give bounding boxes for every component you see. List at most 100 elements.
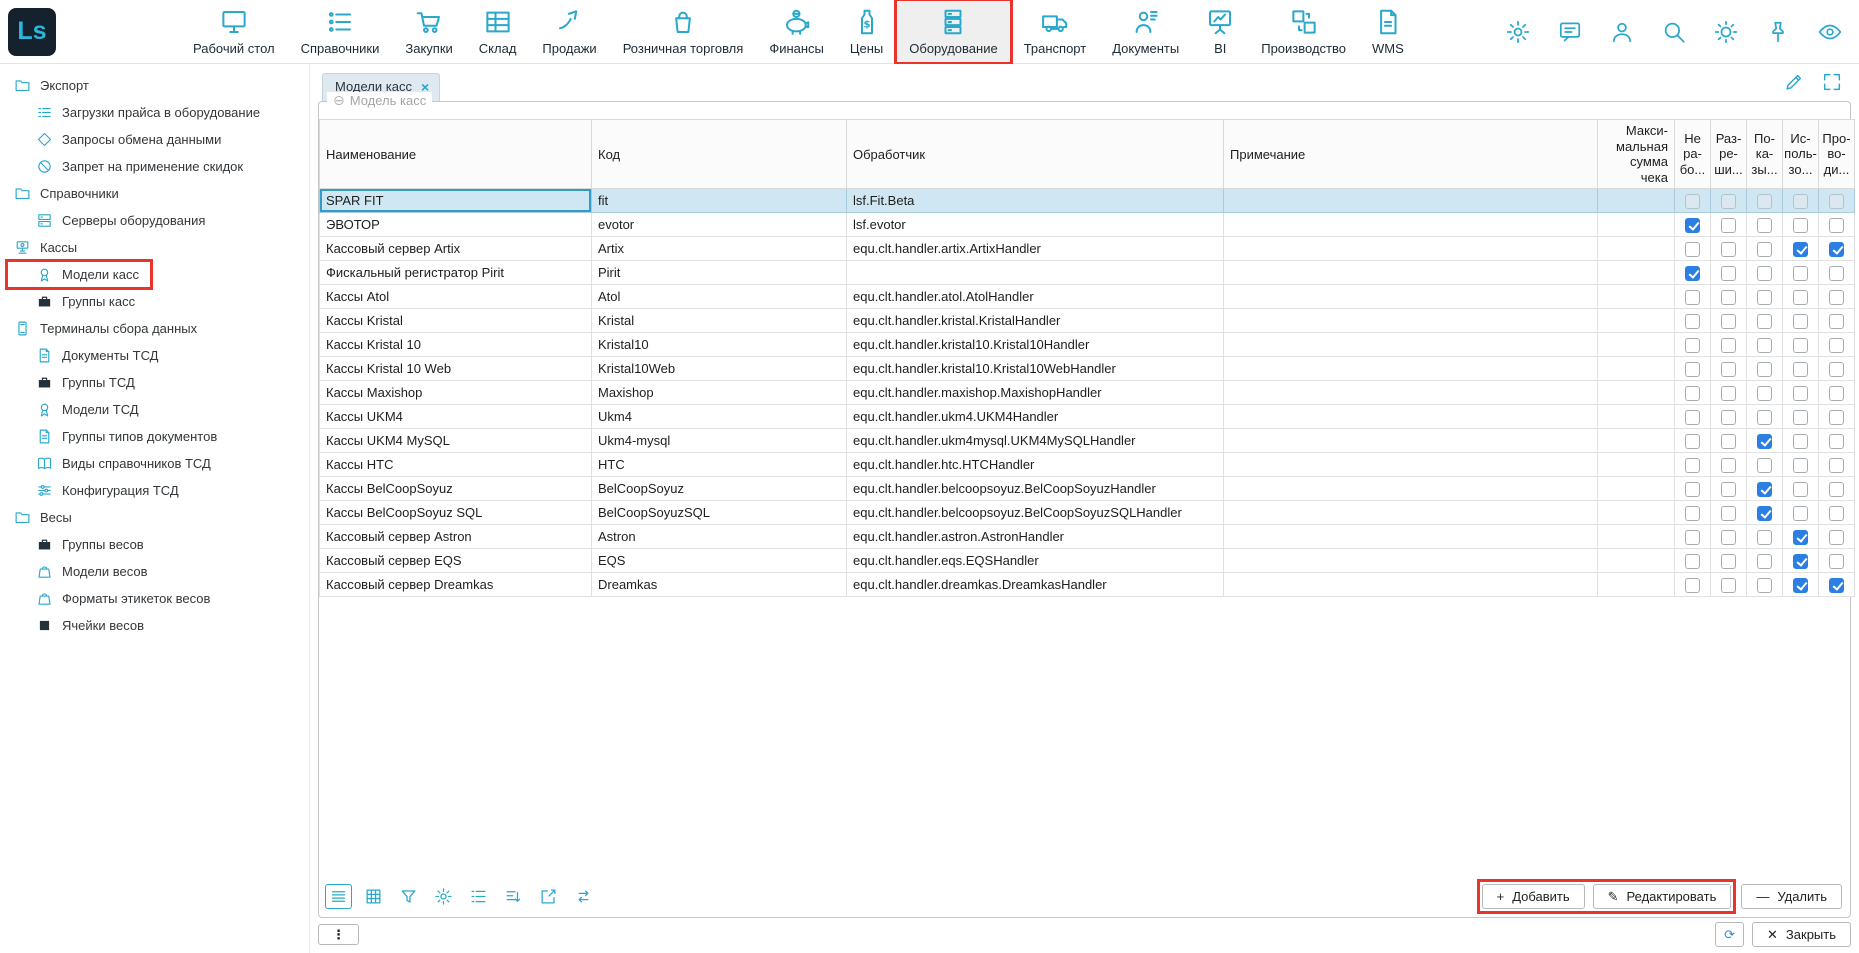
checkbox[interactable] bbox=[1793, 434, 1808, 449]
checkbox[interactable] bbox=[1757, 482, 1772, 497]
table-row[interactable]: Кассы Kristal 10 WebKristal10Webequ.clt.… bbox=[320, 357, 1855, 381]
checkbox[interactable] bbox=[1721, 434, 1736, 449]
table-row[interactable]: Кассовый сервер DreamkasDreamkasequ.clt.… bbox=[320, 573, 1855, 597]
column-header-code[interactable]: Код bbox=[592, 120, 847, 189]
table-row[interactable]: Кассы Kristal 10Kristal10equ.clt.handler… bbox=[320, 333, 1855, 357]
checkbox[interactable] bbox=[1685, 482, 1700, 497]
checkbox[interactable] bbox=[1829, 578, 1844, 593]
checkbox[interactable] bbox=[1793, 386, 1808, 401]
checkbox[interactable] bbox=[1685, 338, 1700, 353]
checkbox[interactable] bbox=[1721, 290, 1736, 305]
checkbox[interactable] bbox=[1721, 362, 1736, 377]
checkbox[interactable] bbox=[1793, 242, 1808, 257]
edit-button[interactable]: ✎Редактировать bbox=[1593, 884, 1732, 909]
sidebar-item-14[interactable]: Виды справочников ТСД bbox=[0, 450, 309, 477]
checkbox[interactable] bbox=[1793, 290, 1808, 305]
checkbox[interactable] bbox=[1757, 530, 1772, 545]
checkbox[interactable] bbox=[1721, 530, 1736, 545]
table-row[interactable]: Кассовый сервер EQSEQSequ.clt.handler.eq… bbox=[320, 549, 1855, 573]
checkbox[interactable] bbox=[1829, 314, 1844, 329]
checkbox[interactable] bbox=[1721, 506, 1736, 521]
visibility-button[interactable] bbox=[1817, 19, 1843, 45]
checkbox[interactable] bbox=[1685, 506, 1700, 521]
column-header-name[interactable]: Наименование bbox=[320, 120, 592, 189]
search-button[interactable] bbox=[1661, 19, 1687, 45]
checkbox[interactable] bbox=[1685, 218, 1700, 233]
checkbox[interactable] bbox=[1721, 410, 1736, 425]
checkbox[interactable] bbox=[1793, 578, 1808, 593]
checkbox[interactable] bbox=[1829, 338, 1844, 353]
sidebar-item-17[interactable]: Группы весов bbox=[0, 531, 309, 558]
checkbox[interactable] bbox=[1829, 362, 1844, 377]
checkbox[interactable] bbox=[1793, 554, 1808, 569]
checkbox[interactable] bbox=[1793, 194, 1808, 209]
column-header-c4[interactable]: Ис- поль- зо... bbox=[1783, 120, 1819, 189]
module-tab-warehouse[interactable]: Склад bbox=[466, 0, 530, 63]
module-tab-equipment[interactable]: Оборудование bbox=[896, 0, 1010, 63]
numbered-list-button[interactable] bbox=[465, 884, 492, 909]
panel-legend[interactable]: ⊖ Модель касс bbox=[327, 92, 432, 109]
checkbox[interactable] bbox=[1829, 506, 1844, 521]
checkbox[interactable] bbox=[1721, 578, 1736, 593]
module-tab-purchases[interactable]: Закупки bbox=[392, 0, 465, 63]
module-tab-finance[interactable]: Финансы bbox=[756, 0, 837, 63]
column-header-handler[interactable]: Обработчик bbox=[847, 120, 1224, 189]
checkbox[interactable] bbox=[1829, 194, 1844, 209]
checkbox[interactable] bbox=[1721, 482, 1736, 497]
user-button[interactable] bbox=[1609, 19, 1635, 45]
sidebar-item-0[interactable]: Экспорт bbox=[0, 72, 309, 99]
checkbox[interactable] bbox=[1757, 386, 1772, 401]
checkbox[interactable] bbox=[1721, 458, 1736, 473]
sidebar-item-20[interactable]: Ячейки весов bbox=[0, 612, 309, 639]
sidebar-item-5[interactable]: Серверы оборудования bbox=[0, 207, 309, 234]
checkbox[interactable] bbox=[1793, 218, 1808, 233]
column-header-c2[interactable]: Раз- ре- ши... bbox=[1711, 120, 1747, 189]
checkbox[interactable] bbox=[1757, 458, 1772, 473]
sidebar-item-2[interactable]: Запросы обмена данными bbox=[0, 126, 309, 153]
checkbox[interactable] bbox=[1829, 530, 1844, 545]
app-logo[interactable]: Ls bbox=[0, 0, 64, 63]
checkbox[interactable] bbox=[1757, 338, 1772, 353]
checkbox[interactable] bbox=[1757, 434, 1772, 449]
checkbox[interactable] bbox=[1685, 458, 1700, 473]
table-row[interactable]: Кассовый сервер AstronAstronequ.clt.hand… bbox=[320, 525, 1855, 549]
table-row[interactable]: ЭВОТОРevotorlsf.evotor bbox=[320, 213, 1855, 237]
checkbox[interactable] bbox=[1721, 266, 1736, 281]
checkbox[interactable] bbox=[1721, 338, 1736, 353]
checkbox[interactable] bbox=[1793, 482, 1808, 497]
checkbox[interactable] bbox=[1685, 314, 1700, 329]
module-tab-hr-documents[interactable]: Документы bbox=[1099, 0, 1192, 63]
checkbox[interactable] bbox=[1829, 290, 1844, 305]
table-row[interactable]: Кассы BelCoopSoyuz SQLBelCoopSoyuzSQLequ… bbox=[320, 501, 1855, 525]
checkbox[interactable] bbox=[1757, 218, 1772, 233]
checkbox[interactable] bbox=[1793, 338, 1808, 353]
sidebar-item-10[interactable]: Документы ТСД bbox=[0, 342, 309, 369]
theme-button[interactable] bbox=[1713, 19, 1739, 45]
module-tab-production[interactable]: Производство bbox=[1248, 0, 1359, 63]
module-tab-desktop[interactable]: Рабочий стол bbox=[180, 0, 288, 63]
module-tab-sales[interactable]: Продажи bbox=[529, 0, 609, 63]
checkbox[interactable] bbox=[1793, 314, 1808, 329]
checkbox[interactable] bbox=[1685, 290, 1700, 305]
checkbox[interactable] bbox=[1685, 578, 1700, 593]
table-row[interactable]: Кассовый сервер ArtixArtixequ.clt.handle… bbox=[320, 237, 1855, 261]
checkbox[interactable] bbox=[1793, 506, 1808, 521]
checkbox[interactable] bbox=[1757, 554, 1772, 569]
sidebar-item-11[interactable]: Группы ТСД bbox=[0, 369, 309, 396]
table-row[interactable]: Кассы UKM4 MySQLUkm4-mysqlequ.clt.handle… bbox=[320, 429, 1855, 453]
column-header-c5[interactable]: Про- во- ди... bbox=[1819, 120, 1855, 189]
checkbox[interactable] bbox=[1757, 314, 1772, 329]
checkbox[interactable] bbox=[1793, 362, 1808, 377]
table-row[interactable]: Кассы BelCoopSoyuzBelCoopSoyuzequ.clt.ha… bbox=[320, 477, 1855, 501]
add-button[interactable]: +Добавить bbox=[1482, 884, 1585, 909]
feedback-button[interactable] bbox=[1557, 19, 1583, 45]
checkbox[interactable] bbox=[1793, 530, 1808, 545]
delete-button[interactable]: —Удалить bbox=[1741, 884, 1842, 909]
settings-gear-button[interactable] bbox=[1505, 19, 1531, 45]
close-button[interactable]: ✕Закрыть bbox=[1752, 922, 1851, 947]
checkbox[interactable] bbox=[1829, 386, 1844, 401]
table-row[interactable]: SPAR FITfitlsf.Fit.Beta bbox=[320, 189, 1855, 213]
module-tab-bi[interactable]: BI bbox=[1192, 0, 1248, 63]
checkbox[interactable] bbox=[1757, 506, 1772, 521]
checkbox[interactable] bbox=[1757, 266, 1772, 281]
